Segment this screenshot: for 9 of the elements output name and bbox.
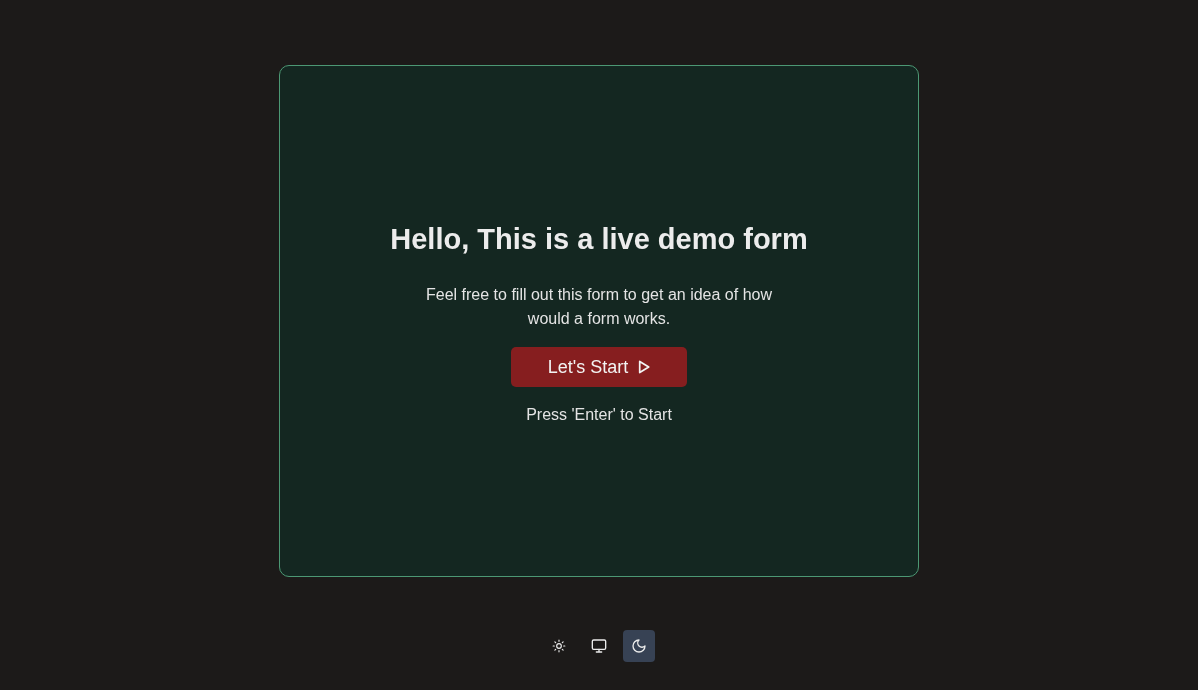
play-icon: [638, 360, 651, 374]
monitor-icon: [591, 638, 607, 654]
theme-dark-button[interactable]: [623, 630, 655, 662]
form-description: Feel free to fill out this form to get an idea of how would a form works.: [425, 285, 773, 329]
moon-icon: [631, 638, 647, 654]
keyboard-hint: Press 'Enter' to Start: [526, 405, 672, 425]
sun-icon: [552, 639, 566, 653]
form-title: Hello, This is a live demo form: [390, 222, 808, 257]
start-button[interactable]: Let's Start: [511, 347, 687, 387]
